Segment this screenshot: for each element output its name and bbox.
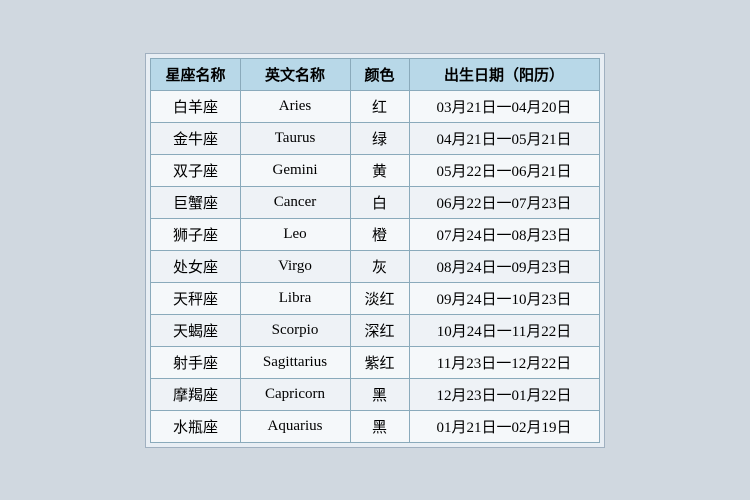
table-row: 水瓶座Aquarius黑01月21日一02月19日	[151, 410, 599, 442]
cell-color: 绿	[350, 122, 409, 154]
cell-color: 深红	[350, 314, 409, 346]
table-row: 天秤座Libra淡红09月24日一10月23日	[151, 282, 599, 314]
cell-english: Leo	[240, 218, 350, 250]
table-row: 摩羯座Capricorn黑12月23日一01月22日	[151, 378, 599, 410]
table-row: 射手座Sagittarius紫红11月23日一12月22日	[151, 346, 599, 378]
cell-english: Libra	[240, 282, 350, 314]
table-row: 白羊座Aries红03月21日一04月20日	[151, 90, 599, 122]
cell-chinese: 巨蟹座	[151, 186, 240, 218]
cell-chinese: 双子座	[151, 154, 240, 186]
cell-english: Capricorn	[240, 378, 350, 410]
cell-chinese: 射手座	[151, 346, 240, 378]
cell-chinese: 摩羯座	[151, 378, 240, 410]
table-row: 双子座Gemini黄05月22日一06月21日	[151, 154, 599, 186]
cell-chinese: 天秤座	[151, 282, 240, 314]
cell-date: 07月24日一08月23日	[409, 218, 599, 250]
header-english: 英文名称	[240, 58, 350, 90]
cell-english: Gemini	[240, 154, 350, 186]
table-row: 处女座Virgo灰08月24日一09月23日	[151, 250, 599, 282]
zodiac-table: 星座名称 英文名称 颜色 出生日期（阳历） 白羊座Aries红03月21日一04…	[150, 58, 599, 443]
cell-english: Taurus	[240, 122, 350, 154]
cell-english: Sagittarius	[240, 346, 350, 378]
cell-color: 黄	[350, 154, 409, 186]
cell-color: 白	[350, 186, 409, 218]
table-header-row: 星座名称 英文名称 颜色 出生日期（阳历）	[151, 58, 599, 90]
cell-chinese: 金牛座	[151, 122, 240, 154]
cell-date: 03月21日一04月20日	[409, 90, 599, 122]
cell-english: Cancer	[240, 186, 350, 218]
cell-english: Aquarius	[240, 410, 350, 442]
cell-chinese: 天蝎座	[151, 314, 240, 346]
cell-date: 09月24日一10月23日	[409, 282, 599, 314]
cell-date: 11月23日一12月22日	[409, 346, 599, 378]
cell-english: Scorpio	[240, 314, 350, 346]
cell-color: 灰	[350, 250, 409, 282]
cell-color: 紫红	[350, 346, 409, 378]
table-row: 狮子座Leo橙07月24日一08月23日	[151, 218, 599, 250]
zodiac-table-container: 星座名称 英文名称 颜色 出生日期（阳历） 白羊座Aries红03月21日一04…	[145, 53, 604, 448]
cell-date: 01月21日一02月19日	[409, 410, 599, 442]
cell-english: Virgo	[240, 250, 350, 282]
cell-date: 08月24日一09月23日	[409, 250, 599, 282]
cell-date: 04月21日一05月21日	[409, 122, 599, 154]
cell-chinese: 白羊座	[151, 90, 240, 122]
cell-color: 橙	[350, 218, 409, 250]
header-chinese: 星座名称	[151, 58, 240, 90]
cell-chinese: 处女座	[151, 250, 240, 282]
cell-color: 红	[350, 90, 409, 122]
cell-english: Aries	[240, 90, 350, 122]
cell-chinese: 水瓶座	[151, 410, 240, 442]
header-color: 颜色	[350, 58, 409, 90]
header-date: 出生日期（阳历）	[409, 58, 599, 90]
cell-date: 12月23日一01月22日	[409, 378, 599, 410]
cell-color: 黑	[350, 410, 409, 442]
cell-chinese: 狮子座	[151, 218, 240, 250]
cell-date: 10月24日一11月22日	[409, 314, 599, 346]
cell-date: 05月22日一06月21日	[409, 154, 599, 186]
cell-date: 06月22日一07月23日	[409, 186, 599, 218]
table-row: 天蝎座Scorpio深红10月24日一11月22日	[151, 314, 599, 346]
cell-color: 淡红	[350, 282, 409, 314]
cell-color: 黑	[350, 378, 409, 410]
table-row: 金牛座Taurus绿04月21日一05月21日	[151, 122, 599, 154]
table-row: 巨蟹座Cancer白06月22日一07月23日	[151, 186, 599, 218]
